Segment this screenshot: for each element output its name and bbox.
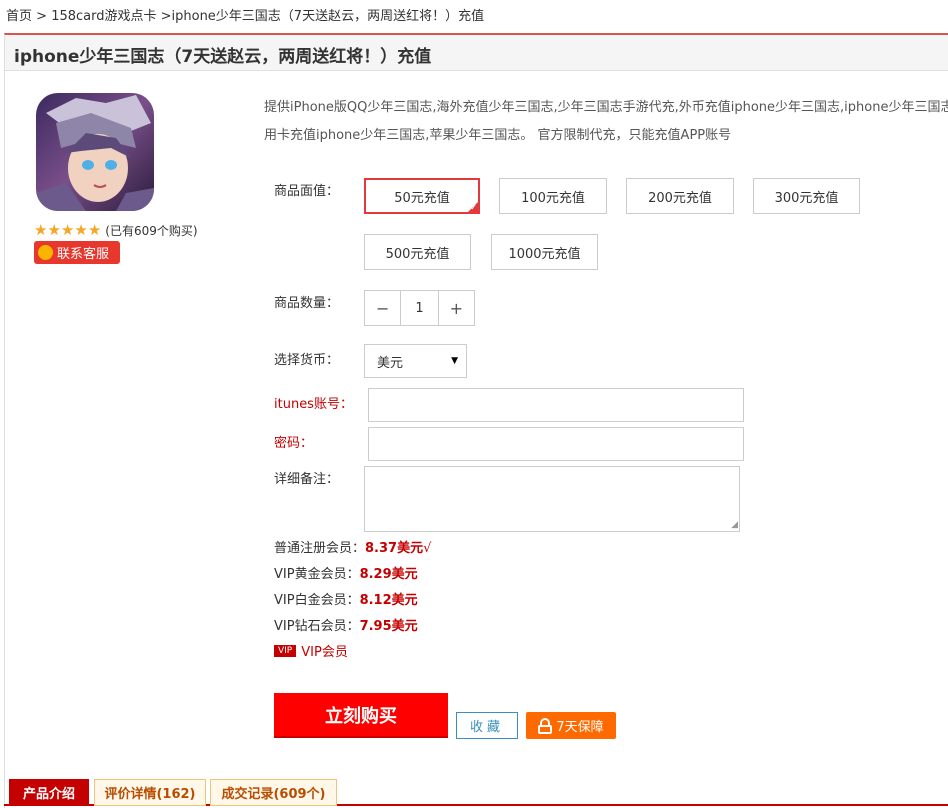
denomination-option-200[interactable]: 200元充值: [626, 178, 734, 214]
vip-member-label: VIP会员: [301, 645, 348, 660]
price-label: 普通注册会员：: [274, 541, 366, 556]
star-icon: ★: [34, 221, 48, 239]
tab-reviews[interactable]: 评价详情(162): [94, 779, 206, 806]
check-icon: ✓: [470, 203, 477, 212]
breadcrumb-category-link[interactable]: 158card游戏点卡: [51, 9, 156, 24]
quantity-label: 商品数量：: [274, 296, 340, 311]
price-value: 8.29美元: [359, 567, 418, 582]
page-title: iphone少年三国志（7天送赵云，两周送红将！）充值: [14, 47, 432, 67]
breadcrumb-separator: >: [32, 9, 52, 24]
price-value: 8.37美元: [365, 541, 424, 556]
breadcrumb-home-link[interactable]: 首页: [6, 9, 32, 24]
price-vip-gold: VIP黄金会员：8.29美元: [274, 563, 418, 582]
denomination-option-1000[interactable]: 1000元充值: [491, 234, 598, 270]
product-description: 提供iPhone版QQ少年三国志,海外充值少年三国志,少年三国志手游代充,外币充…: [264, 94, 948, 150]
star-icon: ★: [87, 221, 102, 239]
description-line: 用卡充值iphone少年三国志,苹果少年三国志。 官方限制代充，只能充值APP账…: [264, 128, 732, 143]
denomination-option-500[interactable]: 500元充值: [364, 234, 471, 270]
currency-select[interactable]: 美元 ▼: [364, 344, 467, 378]
quantity-input[interactable]: 1: [400, 291, 439, 325]
description-line: 提供iPhone版QQ少年三国志,海外充值少年三国志,少年三国志手游代充,外币充…: [264, 100, 948, 115]
quantity-increase-button[interactable]: +: [439, 291, 474, 325]
itunes-account-input[interactable]: [368, 388, 744, 422]
quantity-decrease-button[interactable]: −: [365, 291, 400, 325]
denomination-option-300[interactable]: 300元充值: [753, 178, 860, 214]
password-input[interactable]: [368, 427, 744, 461]
vip-member-link[interactable]: VIP VIP会员: [274, 641, 348, 660]
denomination-option-100[interactable]: 100元充值: [499, 178, 607, 214]
product-image: [36, 93, 154, 211]
currency-selected-value: 美元: [377, 355, 404, 371]
denomination-option-50[interactable]: 50元充值 ✓: [364, 178, 480, 214]
denomination-option-label: 50元充值: [394, 190, 450, 206]
price-label: VIP白金会员：: [274, 593, 360, 608]
price-vip-platinum: VIP白金会员：8.12美元: [274, 589, 418, 608]
currency-label: 选择货币：: [274, 353, 340, 368]
price-normal-member: 普通注册会员：8.37美元√: [274, 537, 431, 556]
rating: ★ ★ ★ ★ ★ (已有609个购买): [34, 222, 198, 239]
remark-label: 详细备注：: [274, 472, 340, 487]
denomination-label: 商品面值：: [274, 184, 340, 199]
price-value: 7.95美元: [359, 619, 418, 634]
breadcrumb-current: iphone少年三国志（7天送赵云，两周送红将！）充值: [171, 9, 485, 24]
price-vip-diamond: VIP钻石会员：7.95美元: [274, 615, 418, 634]
seven-day-guarantee-badge: 7天保障: [526, 712, 616, 739]
price-value: 8.12美元: [359, 593, 418, 608]
price-label: VIP钻石会员：: [274, 619, 360, 634]
current-tier-check: √: [423, 541, 432, 556]
star-icon: ★: [74, 221, 88, 239]
remark-textarea[interactable]: ◢: [364, 466, 740, 532]
vip-badge-icon: VIP: [274, 644, 297, 657]
favorite-button[interactable]: 收藏: [456, 712, 518, 739]
lock-icon: [538, 717, 553, 734]
denomination-option-label: 500元充值: [385, 246, 450, 262]
price-label: VIP黄金会员：: [274, 567, 360, 582]
quantity-stepper: − 1 +: [364, 290, 475, 326]
denomination-option-label: 300元充值: [774, 190, 839, 206]
breadcrumb-separator: >: [156, 9, 172, 24]
chat-icon: [38, 245, 53, 260]
resize-handle-icon[interactable]: ◢: [731, 521, 738, 530]
sold-count: (已有609个购买): [105, 224, 198, 238]
denomination-option-label: 200元充值: [648, 190, 712, 206]
itunes-account-label: itunes账号：: [274, 397, 353, 412]
password-label: 密码：: [274, 436, 314, 451]
denomination-option-label: 100元充值: [521, 190, 585, 206]
tab-product-intro[interactable]: 产品介绍: [9, 779, 89, 806]
dropdown-arrow-icon: ▼: [451, 356, 458, 366]
contact-service-button[interactable]: 联系客服: [34, 241, 120, 264]
star-icon: ★: [60, 221, 75, 239]
star-icon: ★: [47, 221, 61, 239]
denomination-option-label: 1000元充值: [508, 246, 581, 262]
breadcrumb: 首页 > 158card游戏点卡 >iphone少年三国志（7天送赵云，两周送红…: [6, 5, 484, 24]
buy-now-button[interactable]: 立刻购买: [274, 693, 448, 738]
tab-transactions[interactable]: 成交记录(609个): [210, 779, 337, 806]
guarantee-label: 7天保障: [556, 720, 604, 735]
contact-service-label: 联系客服: [57, 247, 110, 262]
